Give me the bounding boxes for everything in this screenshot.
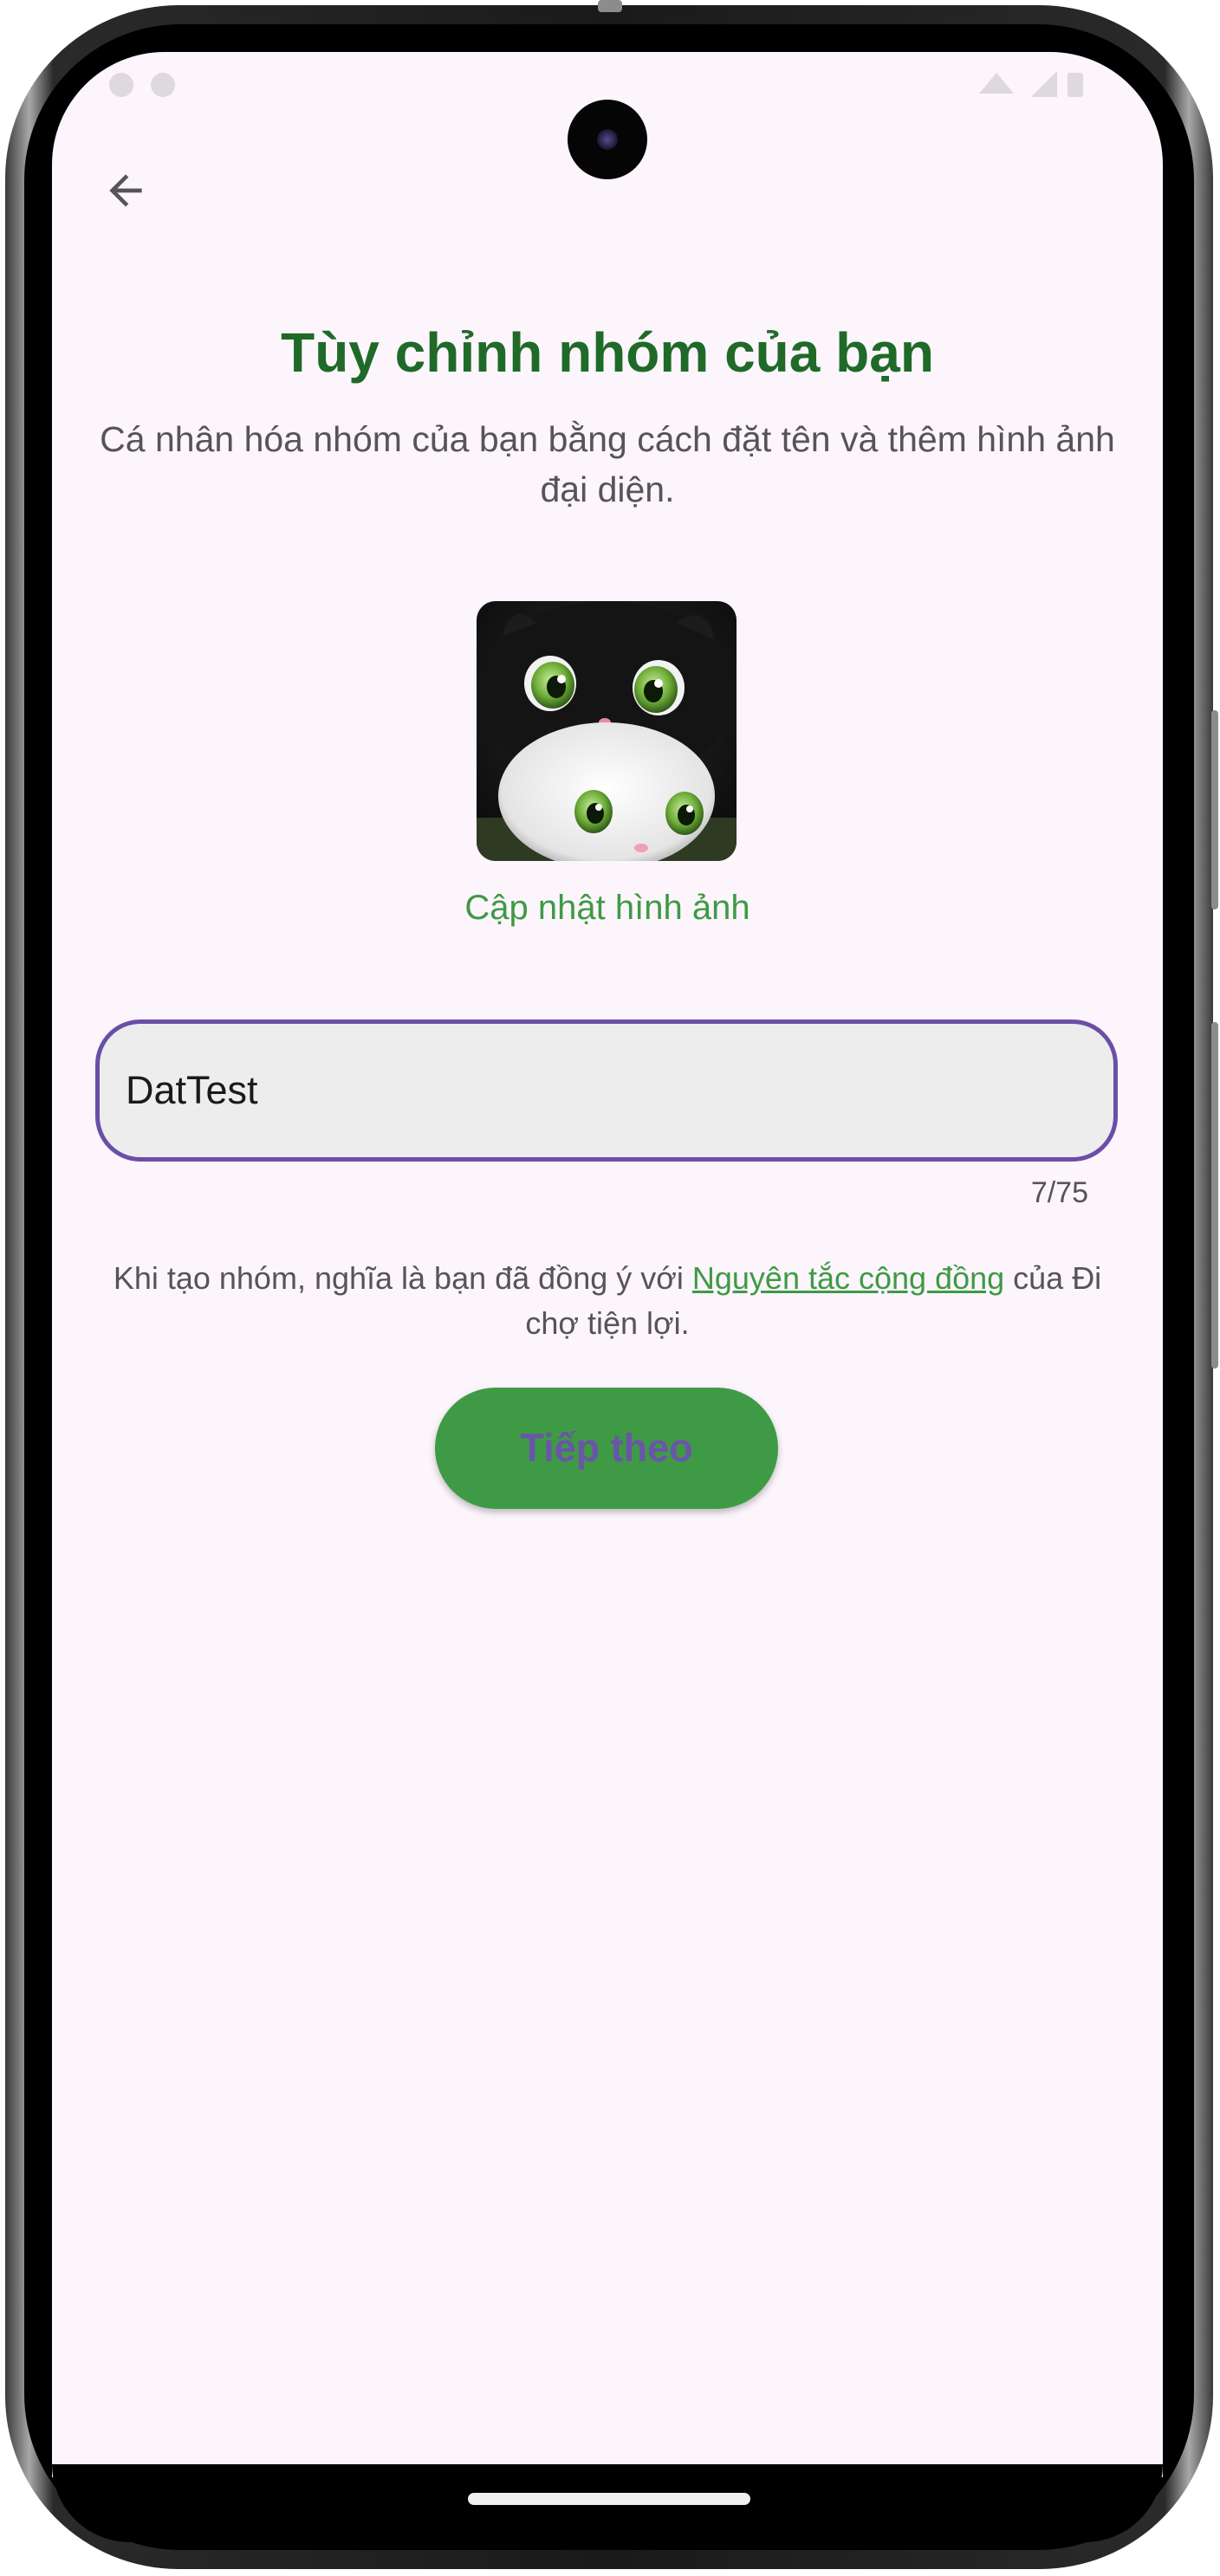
home-indicator[interactable] xyxy=(468,2493,750,2505)
volume-up-button xyxy=(1211,710,1218,909)
signal-icon xyxy=(979,71,1083,97)
camera-lens xyxy=(597,129,618,150)
page-subtitle: Cá nhân hóa nhóm của bạn bằng cách đặt t… xyxy=(100,419,1115,509)
back-button[interactable] xyxy=(87,152,165,230)
status-bar-right xyxy=(970,68,1092,102)
group-name-field[interactable] xyxy=(95,1019,1118,1162)
notification-icon xyxy=(109,73,175,97)
update-image-link[interactable]: Cập nhật hình ảnh xyxy=(52,882,1163,934)
next-button[interactable]: Tiếp theo xyxy=(435,1388,778,1509)
frame-notch-top xyxy=(598,0,622,12)
group-name-input[interactable] xyxy=(126,1024,1079,1157)
next-button-label: Tiếp theo xyxy=(520,1426,693,1470)
power-button xyxy=(1211,1022,1218,1369)
arrow-left-icon xyxy=(109,174,142,207)
status-bar-left xyxy=(104,68,182,102)
community-guidelines-link[interactable]: Nguyên tắc cộng đồng xyxy=(692,1260,1004,1296)
character-counter: 7/75 xyxy=(1030,1176,1088,1209)
group-avatar-image xyxy=(477,601,737,861)
page-title: Tùy chỉnh nhóm của bạn xyxy=(281,321,934,384)
terms-prefix: Khi tạo nhóm, nghĩa là bạn đã đồng ý với xyxy=(113,1260,692,1296)
front-camera xyxy=(568,100,647,179)
terms-text: Khi tạo nhóm, nghĩa là bạn đã đồng ý với… xyxy=(87,1256,1128,1346)
group-avatar[interactable] xyxy=(477,601,737,861)
